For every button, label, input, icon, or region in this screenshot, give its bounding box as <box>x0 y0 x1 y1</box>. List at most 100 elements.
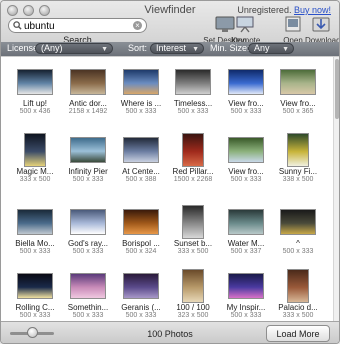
photo-thumbnail[interactable] <box>17 209 53 235</box>
photo-cell[interactable]: View fro... 500 x 365 <box>272 65 324 115</box>
search-input[interactable] <box>24 20 124 32</box>
thumbnail-frame <box>220 65 272 99</box>
photo-cell[interactable]: Lift up! 500 x 436 <box>9 65 61 115</box>
buy-now-link[interactable]: Buy now! <box>294 5 331 15</box>
photo-cell[interactable]: Borispol ... 500 x 324 <box>115 205 167 255</box>
photo-cell[interactable]: Palacio d... 333 x 500 <box>272 269 324 319</box>
photo-thumbnail[interactable] <box>123 273 159 299</box>
sort-popup[interactable]: Interest ▼ <box>150 43 204 54</box>
photo-thumbnail[interactable] <box>123 69 159 95</box>
keynote-button[interactable]: Keynote <box>231 15 260 45</box>
photo-thumbnail[interactable] <box>24 133 46 167</box>
photo-caption: Antic dor... <box>69 99 107 108</box>
photo-thumbnail[interactable] <box>228 209 264 235</box>
photo-thumbnail[interactable] <box>280 69 316 95</box>
photo-cell[interactable]: My Inspir... 500 x 333 <box>220 269 272 319</box>
chevron-down-icon: ▼ <box>282 46 289 53</box>
download-button[interactable]: Download <box>305 15 339 45</box>
license-value: (Any) <box>41 43 63 53</box>
scroll-thumb[interactable] <box>335 59 339 119</box>
photo-thumbnail[interactable] <box>17 69 53 95</box>
photo-thumbnail[interactable] <box>70 69 106 95</box>
photo-thumbnail[interactable] <box>70 273 106 299</box>
photo-cell[interactable]: View fro... 500 x 333 <box>220 133 272 183</box>
sort-value: Interest <box>156 43 187 53</box>
photo-cell[interactable]: Water M... 500 x 337 <box>220 205 272 255</box>
photo-cell[interactable]: Rolling C... 500 x 333 <box>9 269 61 319</box>
thumbnail-frame <box>9 205 61 239</box>
thumbnail-frame <box>220 269 272 303</box>
photo-thumbnail[interactable] <box>182 269 204 303</box>
search-field[interactable]: × <box>8 18 147 33</box>
photo-cell[interactable]: Where is ... 500 x 333 <box>115 65 167 115</box>
photo-dimensions: 500 x 365 <box>282 108 314 115</box>
photo-caption: ^ <box>296 239 300 248</box>
thumbnail-frame <box>115 269 167 303</box>
photo-thumbnail[interactable] <box>287 133 309 167</box>
thumbnail-frame <box>62 65 114 99</box>
photo-cell[interactable]: Antic dor... 2158 x 1492 <box>62 65 114 115</box>
min-size-label: Min. Size: <box>210 43 250 53</box>
photo-thumbnail[interactable] <box>287 269 309 303</box>
photo-thumbnail[interactable] <box>175 69 211 95</box>
load-more-button[interactable]: Load More <box>266 325 330 342</box>
thumbnail-frame <box>115 133 167 167</box>
photo-thumbnail[interactable] <box>182 133 204 167</box>
photo-dimensions: 333 x 500 <box>177 248 209 255</box>
photo-thumbnail[interactable] <box>228 69 264 95</box>
photo-caption: Infinity Pier <box>68 167 108 176</box>
photo-cell[interactable]: View fro... 500 x 333 <box>220 65 272 115</box>
photo-cell[interactable]: Geranis (... 500 x 333 <box>115 269 167 319</box>
photo-thumbnail[interactable] <box>228 137 264 163</box>
thumbnail-frame <box>272 65 324 99</box>
photo-thumbnail[interactable] <box>182 205 204 239</box>
photo-caption: At Cente... <box>122 167 160 176</box>
open-icon <box>285 16 301 32</box>
photo-thumbnail[interactable] <box>228 273 264 299</box>
thumbnail-frame <box>62 269 114 303</box>
photo-cell[interactable]: Somethin... 500 x 333 <box>62 269 114 319</box>
thumbnail-frame <box>272 133 324 167</box>
photo-cell[interactable]: ^ 500 x 333 <box>272 205 324 255</box>
photo-caption: Geranis (... <box>121 303 161 312</box>
photo-cell[interactable]: 100 / 100 323 x 500 <box>167 269 219 319</box>
photo-dimensions: 500 x 324 <box>125 248 157 255</box>
photo-cell[interactable]: At Cente... 500 x 388 <box>115 133 167 183</box>
thumbnail-frame <box>167 133 219 167</box>
photo-thumbnail[interactable] <box>70 209 106 235</box>
sort-label: Sort: <box>128 43 148 53</box>
photo-thumbnail[interactable] <box>123 209 159 235</box>
photo-dimensions: 500 x 333 <box>125 312 157 319</box>
photo-cell[interactable]: Timeless... 500 x 333 <box>167 65 219 115</box>
photo-thumbnail[interactable] <box>280 209 316 235</box>
open-button[interactable]: Open <box>281 15 305 45</box>
photo-cell[interactable]: Infinity Pier 500 x 333 <box>62 133 114 183</box>
license-popup[interactable]: (Any) ▼ <box>35 43 113 54</box>
photo-thumbnail[interactable] <box>123 137 159 163</box>
thumbnail-frame <box>272 205 324 239</box>
registration-text: Unregistered. <box>237 5 292 15</box>
photo-caption: Palacio d... <box>278 303 318 312</box>
photo-caption: View fro... <box>228 99 264 108</box>
clear-icon[interactable]: × <box>133 21 142 30</box>
photo-cell[interactable]: Sunny Fi... 338 x 500 <box>272 133 324 183</box>
photo-cell[interactable]: God's ray... 500 x 333 <box>62 205 114 255</box>
photo-cell[interactable]: Biella Mo... 500 x 333 <box>9 205 61 255</box>
viewfinder-window: Viewfinder Unregistered. Buy now! × Sear… <box>0 0 340 344</box>
photo-caption: View fro... <box>228 167 264 176</box>
photo-dimensions: 2158 x 1492 <box>68 108 108 115</box>
photo-caption: Borispol ... <box>122 239 160 248</box>
photo-thumbnail[interactable] <box>17 273 53 299</box>
min-size-popup[interactable]: Any ▼ <box>248 43 294 54</box>
photo-caption: Where is ... <box>120 99 162 108</box>
photo-caption: Magic M... <box>16 167 54 176</box>
photo-caption: Biella Mo... <box>15 239 55 248</box>
photo-cell[interactable]: Sunset b... 333 x 500 <box>167 205 219 255</box>
photo-thumbnail[interactable] <box>70 137 106 163</box>
photo-dimensions: 500 x 333 <box>230 312 262 319</box>
photo-cell[interactable]: Magic M... 333 x 500 <box>9 133 61 183</box>
photo-cell[interactable]: Red Pillar... 1500 x 2268 <box>167 133 219 183</box>
photo-dimensions: 500 x 337 <box>230 248 262 255</box>
vertical-scrollbar[interactable] <box>333 57 339 321</box>
photo-caption: Red Pillar... <box>172 167 214 176</box>
